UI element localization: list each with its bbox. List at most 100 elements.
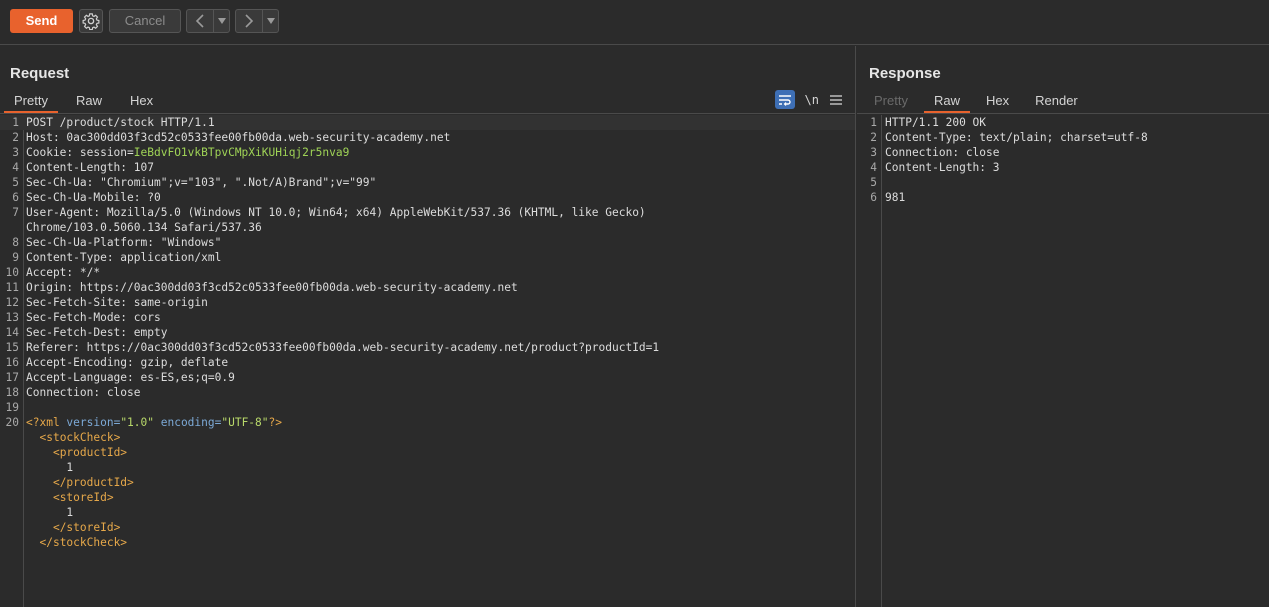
line-content: Cookie: session=IeBdvFO1vkBTpvCMpXiKUHiq… [26,145,349,160]
line-content: POST /product/stock HTTP/1.1 [26,115,215,130]
code-line: 1 HTTP/1.1 200 OK [857,115,1269,130]
back-button[interactable] [187,10,214,32]
line-text: 981 [885,191,906,204]
line-text: Accept-Encoding: gzip, deflate [26,356,229,369]
code-line: </productId> [0,475,855,490]
show-newlines-toggle[interactable]: \n [805,93,819,107]
tab-response-render[interactable]: Render [1025,90,1088,113]
line-text: Origin: https://0ac300dd03f3cd52c0533fee… [26,281,518,294]
xml-attr-name: version= [66,416,121,429]
line-content: Content-Type: text/plain; charset=utf-8 [885,130,1148,145]
code-line: 2 Content-Type: text/plain; charset=utf-8 [857,130,1269,145]
code-line: 10 Accept: */* [0,265,855,280]
code-line: <stockCheck> [0,430,855,445]
line-number: 3 [12,146,19,159]
code-line: 19 [0,400,855,415]
forward-history-dropdown[interactable] [263,10,278,32]
response-editor[interactable]: 1 HTTP/1.1 200 OK 2 Content-Type: text/plai… [857,115,1269,607]
line-text: HTTP/1.1 200 OK [885,116,987,129]
line-content: </stockCheck> [26,535,127,550]
tab-request-pretty[interactable]: Pretty [4,90,58,113]
tab-response-pretty[interactable]: Pretty [864,90,918,113]
line-content: HTTP/1.1 200 OK [885,115,986,130]
line-text: Host: 0ac300dd03f3cd52c0533fee00fb00da.w… [26,131,451,144]
xml-attr-value: "1.0" [120,416,154,429]
line-text: POST /product/stock HTTP/1.1 [26,116,215,129]
code-line: 2 Host: 0ac300dd03f3cd52c0533fee00fb00da.… [0,130,855,145]
line-number: 13 [5,311,19,324]
code-line: 12 Sec-Fetch-Site: same-origin [0,295,855,310]
tab-request-raw[interactable]: Raw [66,90,112,113]
tab-response-raw[interactable]: Raw [923,90,970,113]
line-content: User-Agent: Mozilla/5.0 (Windows NT 10.0… [26,205,646,220]
code-line: 3 Connection: close [857,145,1269,160]
request-panel: Request Pretty Raw Hex \n 1 POST /product… [0,46,856,607]
back-history-dropdown[interactable] [214,10,229,32]
line-content: Content-Length: 107 [26,160,154,175]
line-content: 981 [885,190,905,205]
code-line: 14 Sec-Fetch-Dest: empty [0,325,855,340]
line-content: Sec-Fetch-Site: same-origin [26,295,208,310]
gear-icon [82,13,100,30]
code-line: </storeId> [0,520,855,535]
cancel-button[interactable]: Cancel [109,9,181,33]
xml-tag: </storeId> [52,521,121,534]
line-number: 3 [870,146,877,159]
line-content: Sec-Ch-Ua-Mobile: ?0 [26,190,161,205]
line-number: 14 [5,326,19,339]
response-panel: Response Pretty Raw Hex Render 1 HTTP/1.1… [857,46,1269,607]
forward-button[interactable] [236,10,263,32]
xml-decl-close: ?> [268,416,282,429]
code-line: </stockCheck> [0,535,855,550]
settings-button[interactable] [79,9,103,33]
code-line: 17 Accept-Language: es-ES,es;q=0.9 [0,370,855,385]
code-line: 9 Content-Type: application/xml [0,250,855,265]
line-content: <stockCheck> [26,430,120,445]
line-text: Sec-Fetch-Site: same-origin [26,296,208,309]
back-nav-group [186,9,230,33]
line-number: 19 [5,401,19,414]
line-number: 1 [870,116,877,129]
header-key: Cookie: session= [26,146,134,159]
line-content: Sec-Fetch-Mode: cors [26,310,161,325]
line-number: 5 [12,176,19,189]
xml-tag: </productId> [52,476,134,489]
code-line: 5 Sec-Ch-Ua: "Chromium";v="103", ".Not/A)… [0,175,855,190]
tab-response-hex[interactable]: Hex [976,90,1019,113]
xml-tag: <productId> [52,446,128,459]
line-text: 1 [66,461,74,474]
request-tabs: Pretty Raw Hex [4,90,171,113]
line-number: 7 [12,206,19,219]
line-text: 1 [66,506,74,519]
send-button[interactable]: Send [10,9,73,33]
line-number: 4 [12,161,19,174]
code-line: 3 Cookie: session=IeBdvFO1vkBTpvCMpXiKUHi… [0,145,855,160]
code-line: 7 User-Agent: Mozilla/5.0 (Windows NT 10.… [0,205,855,220]
line-text: Connection: close [26,386,141,399]
xml-tag: <stockCheck> [39,431,121,444]
line-content: Origin: https://0ac300dd03f3cd52c0533fee… [26,280,518,295]
code-line: 5 [857,175,1269,190]
line-content: Content-Type: application/xml [26,250,221,265]
tab-request-hex[interactable]: Hex [120,90,163,113]
line-text: Content-Type: application/xml [26,251,222,264]
word-wrap-toggle[interactable] [774,90,795,109]
line-text: Sec-Fetch-Mode: cors [26,311,161,324]
line-text: Content-Length: 3 [885,161,1000,174]
editor-menu-button[interactable] [829,94,843,105]
line-number: 17 [5,371,19,384]
line-number: 4 [870,161,877,174]
line-text: Accept-Language: es-ES,es;q=0.9 [26,371,235,384]
line-content: Content-Length: 3 [885,160,1000,175]
line-content: Connection: close [885,145,1000,160]
request-editor[interactable]: 1 POST /product/stock HTTP/1.1 2 Host: 0ac3… [0,115,855,607]
line-content: Sec-Fetch-Dest: empty [26,325,167,340]
xml-tag: </stockCheck> [39,536,128,549]
line-content: Sec-Ch-Ua: "Chromium";v="103", ".Not/A)B… [26,175,376,190]
xml-attr-value: "UTF-8" [221,416,269,429]
